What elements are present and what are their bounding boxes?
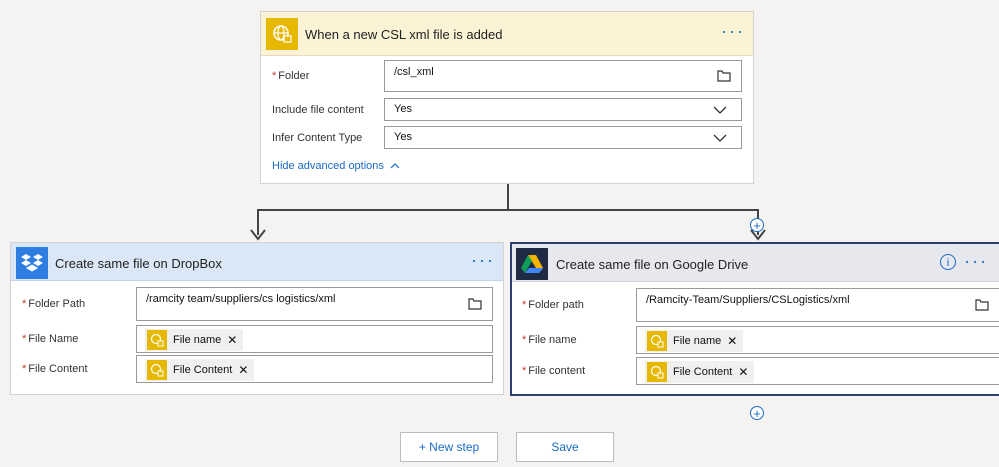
- file-content-label: * File Content: [22, 363, 88, 375]
- new-step-button[interactable]: + New step: [400, 432, 498, 462]
- file-name-token[interactable]: File name ✕: [145, 329, 244, 351]
- sftp-token-icon: [647, 362, 667, 382]
- folder-path-value: /ramcity team/suppliers/cs logistics/xml: [146, 293, 336, 305]
- remove-token-icon[interactable]: ✕: [238, 363, 248, 377]
- hide-advanced-link[interactable]: Hide advanced options: [272, 160, 400, 172]
- folder-icon[interactable]: [468, 298, 482, 310]
- insert-step-button[interactable]: +: [750, 218, 764, 232]
- folder-label: * Folder: [272, 70, 310, 82]
- remove-token-icon[interactable]: ✕: [738, 365, 748, 379]
- folder-path-field[interactable]: /Ramcity-Team/Suppliers/CSLogistics/xml: [636, 288, 999, 322]
- file-content-field[interactable]: File Content ✕: [136, 355, 493, 383]
- info-icon[interactable]: i: [940, 254, 956, 270]
- chevron-up-icon: [390, 163, 400, 169]
- infer-type-value: Yes: [394, 131, 412, 143]
- save-button[interactable]: Save: [516, 432, 614, 462]
- include-content-label: Include file content: [272, 104, 364, 116]
- google-drive-icon: [516, 248, 548, 280]
- connector-branch: [257, 209, 758, 211]
- more-options-icon[interactable]: ···: [721, 22, 745, 40]
- remove-token-icon[interactable]: ✕: [227, 333, 237, 347]
- folder-icon[interactable]: [975, 299, 989, 311]
- file-name-label: * File name: [522, 334, 577, 346]
- trigger-title: When a new CSL xml file is added: [305, 27, 503, 42]
- folder-field[interactable]: /csl_xml: [384, 60, 742, 92]
- file-content-token[interactable]: File Content ✕: [645, 361, 755, 383]
- add-step-after-gdrive-button[interactable]: +: [750, 406, 764, 420]
- folder-value: /csl_xml: [394, 66, 434, 78]
- sftp-token-icon: [147, 330, 167, 350]
- chevron-down-icon: [713, 134, 727, 142]
- gdrive-title: Create same file on Google Drive: [556, 257, 749, 272]
- folder-path-field[interactable]: /ramcity team/suppliers/cs logistics/xml: [136, 287, 493, 321]
- dropbox-icon: [16, 247, 48, 279]
- remove-token-icon[interactable]: ✕: [727, 334, 737, 348]
- file-content-label: * File content: [522, 365, 586, 377]
- trigger-card: When a new CSL xml file is added ··· * Fo…: [260, 11, 754, 184]
- chevron-down-icon: [713, 106, 727, 114]
- folder-icon[interactable]: [717, 70, 731, 82]
- sftp-token-icon: [647, 331, 667, 351]
- dropbox-title: Create same file on DropBox: [55, 256, 222, 271]
- folder-path-value: /Ramcity-Team/Suppliers/CSLogistics/xml: [646, 294, 850, 306]
- file-content-field[interactable]: File Content ✕: [636, 357, 999, 385]
- folder-path-label: * Folder path: [522, 299, 584, 311]
- infer-type-select[interactable]: Yes: [384, 126, 742, 149]
- file-name-field[interactable]: File name ✕: [136, 325, 493, 353]
- folder-path-label: * Folder Path: [22, 298, 86, 310]
- connector-trunk: [507, 184, 509, 210]
- more-options-icon[interactable]: ···: [471, 251, 495, 269]
- file-name-field[interactable]: File name ✕: [636, 326, 999, 354]
- include-content-value: Yes: [394, 103, 412, 115]
- include-content-select[interactable]: Yes: [384, 98, 742, 121]
- dropbox-header[interactable]: Create same file on DropBox ···: [11, 243, 503, 281]
- gdrive-card: Create same file on Google Drive i ··· *…: [510, 242, 999, 396]
- file-name-token[interactable]: File name ✕: [645, 330, 744, 352]
- sftp-token-icon: [147, 360, 167, 380]
- globe-sftp-icon: [266, 18, 298, 50]
- trigger-header[interactable]: When a new CSL xml file is added ···: [261, 12, 753, 56]
- file-name-label: * File Name: [22, 333, 79, 345]
- dropbox-card: Create same file on DropBox ··· * Folder …: [10, 242, 504, 395]
- more-options-icon[interactable]: ···: [964, 252, 988, 270]
- file-content-token[interactable]: File Content ✕: [145, 359, 255, 381]
- gdrive-header[interactable]: Create same file on Google Drive i ···: [512, 244, 999, 282]
- arrow-down-icon: [250, 229, 266, 241]
- infer-type-label: Infer Content Type: [272, 132, 363, 144]
